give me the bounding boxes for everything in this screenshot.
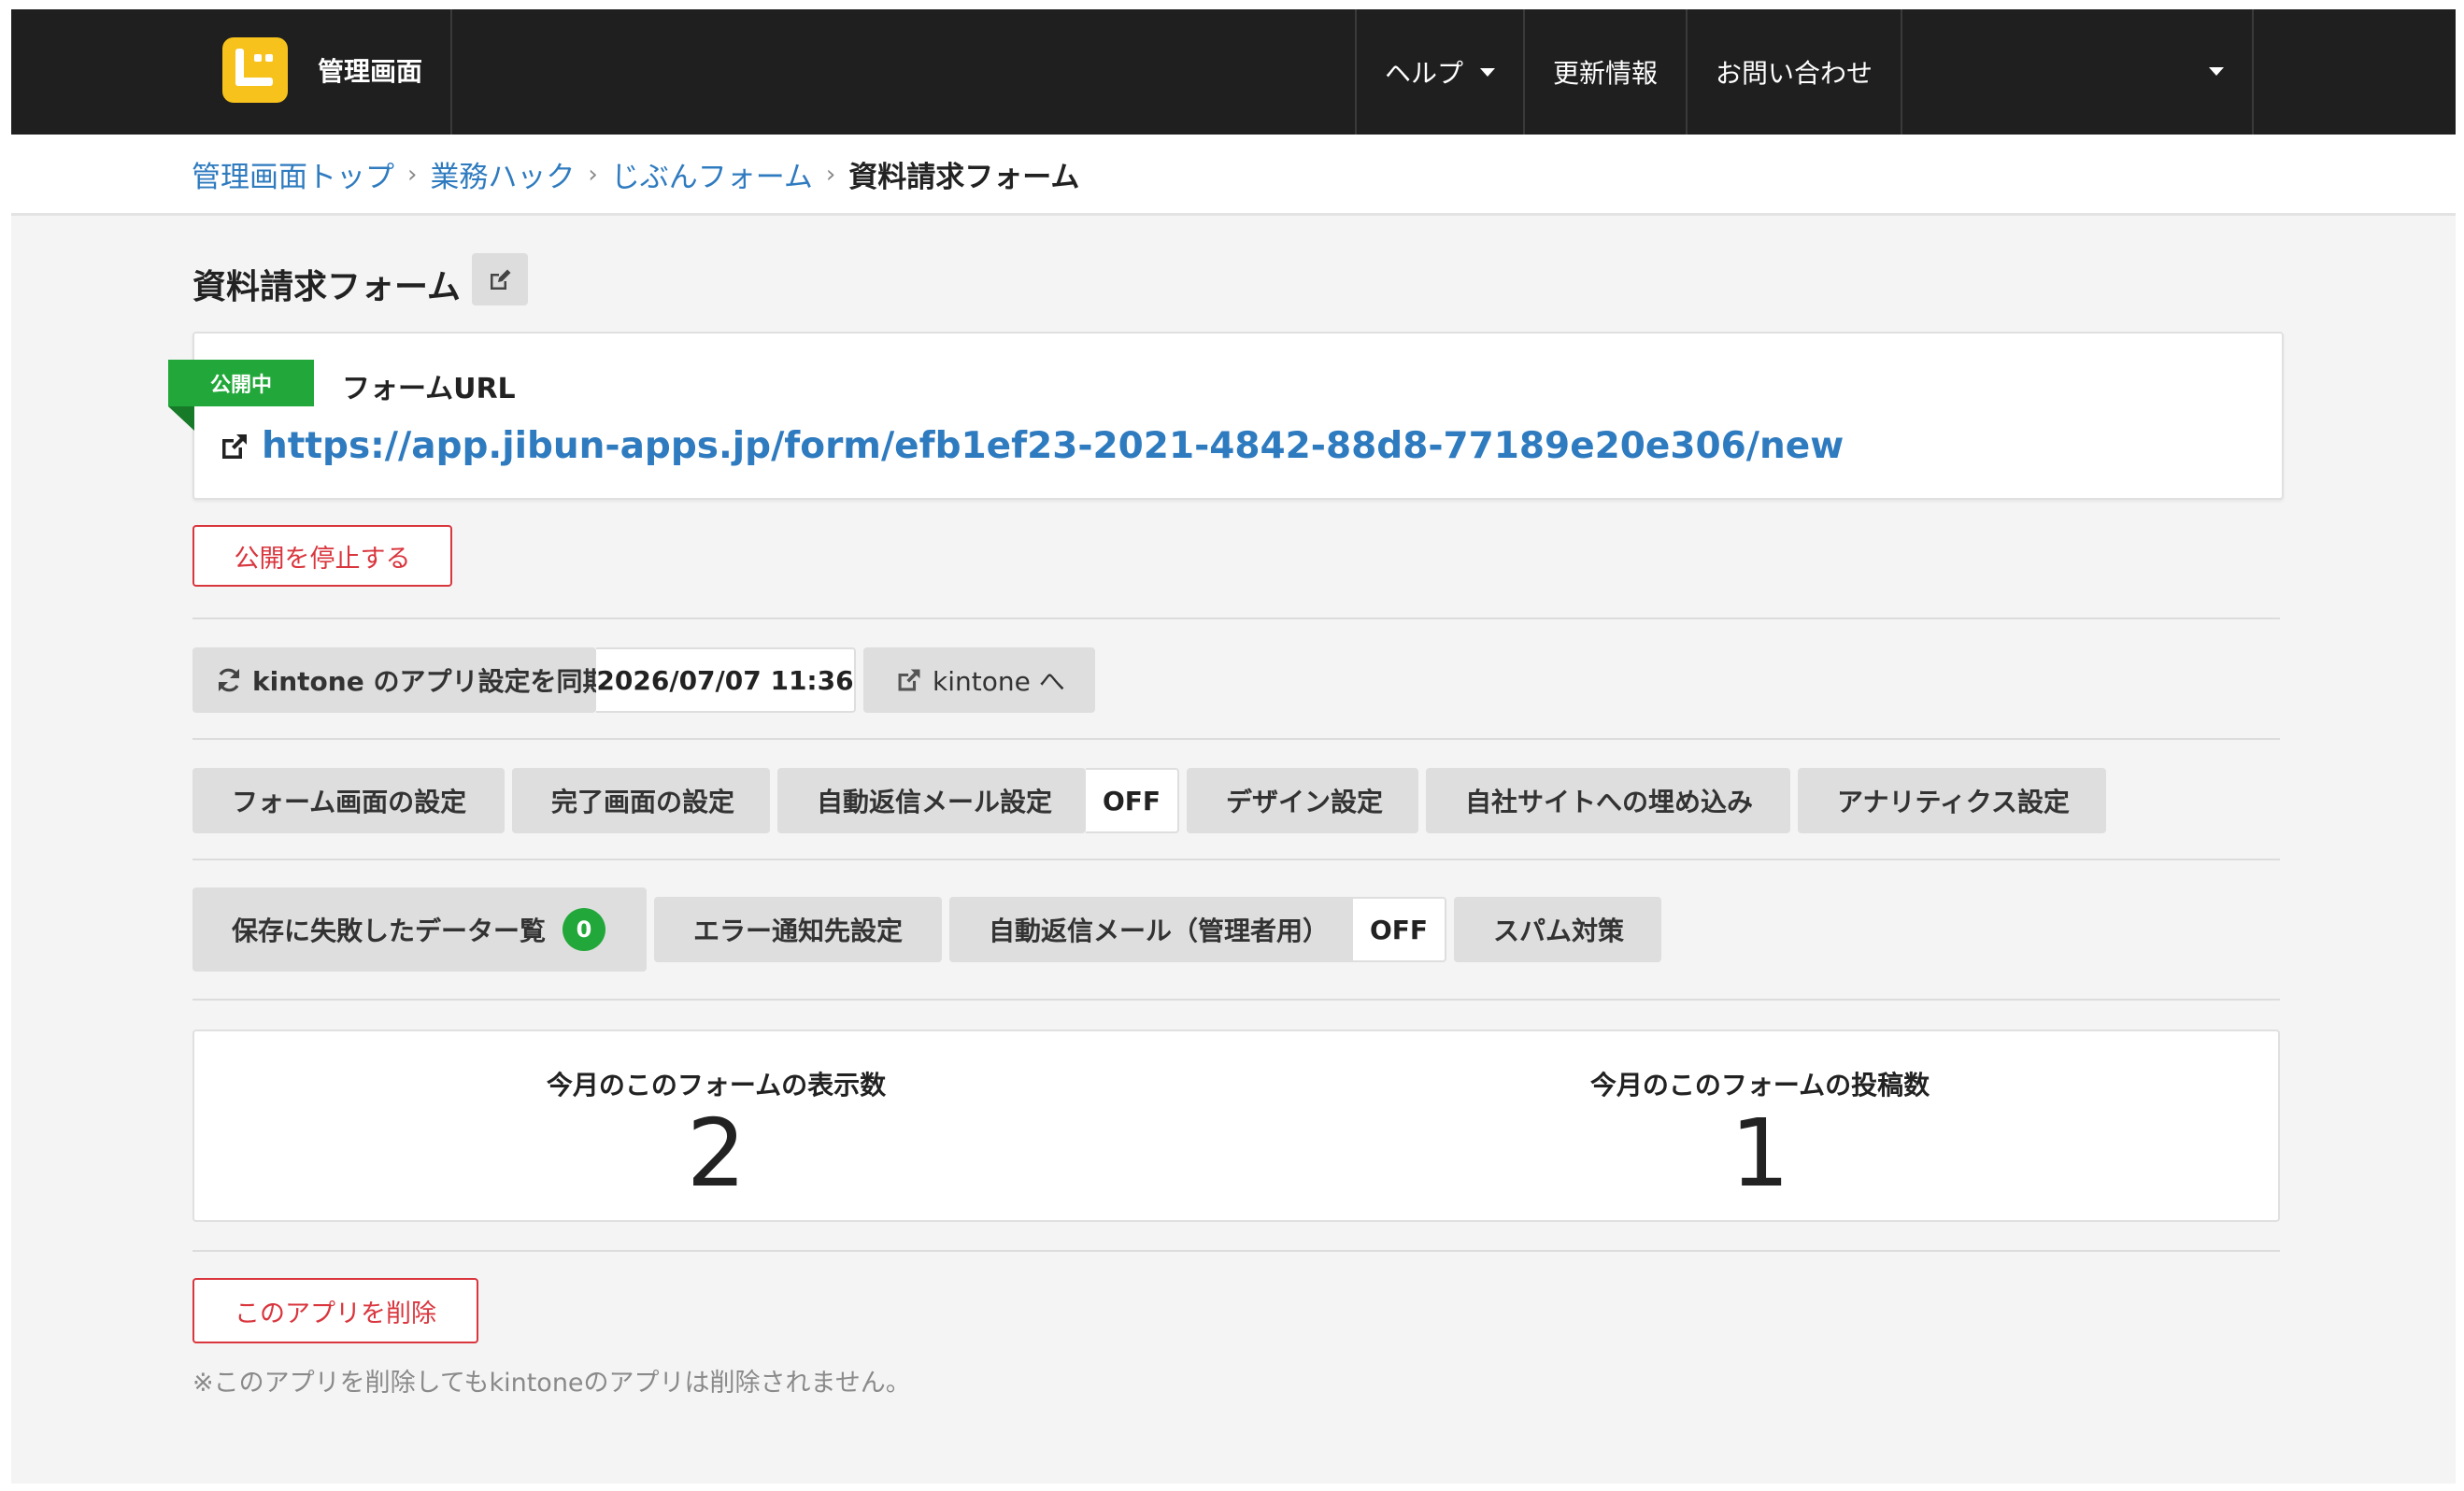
posts-label: 今月のこのフォームの投稿数: [1589, 1070, 1930, 1100]
complete-screen-settings-button[interactable]: 完了画面の設定: [512, 768, 770, 833]
failed-count-badge: 0: [563, 908, 606, 951]
chevron-right-icon: ›: [407, 160, 418, 189]
edit-title-button[interactable]: [472, 253, 528, 305]
nav-contact-label: お問い合わせ: [1716, 58, 1873, 89]
stop-publish-button[interactable]: 公開を停止する: [192, 525, 452, 587]
top-navbar: 管理画面 ヘルプ 更新情報 お問い合わせ: [11, 9, 2456, 135]
divider: [192, 999, 2280, 1001]
divider: [192, 738, 2280, 740]
breadcrumb-link-admin-top[interactable]: 管理画面トップ: [192, 153, 394, 195]
nav-help-dropdown[interactable]: ヘルプ: [1357, 9, 1526, 135]
breadcrumb-current: 資料請求フォーム: [848, 161, 1080, 194]
open-kintone-button[interactable]: kintone へ: [863, 647, 1095, 713]
chevron-right-icon: ›: [588, 160, 598, 189]
status-badge: 公開中: [168, 360, 314, 406]
breadcrumb: 管理画面トップ › 業務ハック › じぶんフォーム › 資料請求フォーム: [192, 153, 1079, 195]
brand-home-link[interactable]: 管理画面: [11, 9, 452, 135]
auto-reply-status: OFF: [1086, 768, 1179, 833]
embed-settings-button[interactable]: 自社サイトへの埋め込み: [1426, 768, 1790, 833]
sync-kintone-label: kintone のアプリ設定を同期: [252, 666, 609, 697]
error-notify-settings-button[interactable]: エラー通知先設定: [654, 897, 942, 962]
external-link-icon: [222, 433, 247, 459]
refresh-icon: [215, 666, 243, 694]
nav-updates-label: 更新情報: [1553, 58, 1659, 89]
nav-contact-link[interactable]: お問い合わせ: [1688, 9, 1903, 135]
form-screen-settings-button[interactable]: フォーム画面の設定: [192, 768, 505, 833]
auto-reply-admin-button[interactable]: 自動返信メール（管理者用）: [949, 897, 1357, 962]
form-url-card: 公開中 フォームURL https://app.jibun-apps.jp/fo…: [168, 332, 2284, 500]
page-title: 資料請求フォーム: [192, 268, 461, 306]
views-value: 2: [686, 1099, 747, 1208]
auto-reply-settings-button[interactable]: 自動返信メール設定: [777, 768, 1086, 833]
nav-updates-link[interactable]: 更新情報: [1525, 9, 1688, 135]
ribbon-fold: [168, 406, 194, 431]
auto-reply-admin-status: OFF: [1353, 897, 1446, 962]
views-stat: 今月のこのフォームの表示数 2: [194, 1031, 1238, 1224]
app-window: 管理画面 ヘルプ 更新情報 お問い合わせ 管理画面トップ › 業務ハック › じ…: [11, 9, 2456, 1484]
nav-help-label: ヘルプ: [1385, 58, 1464, 89]
divider: [192, 618, 2280, 619]
stats-card: 今月のこのフォームの表示数 2 今月のこのフォームの投稿数 1: [192, 1030, 2280, 1222]
analytics-settings-button[interactable]: アナリティクス設定: [1798, 768, 2106, 833]
chevron-right-icon: ›: [825, 160, 836, 189]
external-link-icon: [895, 666, 923, 694]
failed-data-list-label: 保存に失敗したデーター覧: [232, 916, 547, 946]
delete-note: ※このアプリを削除してもkintoneのアプリは削除されません。: [192, 1369, 911, 1398]
posts-value: 1: [1730, 1099, 1790, 1208]
edit-icon: [491, 269, 511, 290]
divider: [192, 1250, 2280, 1252]
user-menu-dropdown[interactable]: [1923, 9, 2254, 135]
sync-kintone-button[interactable]: kintone のアプリ設定を同期: [192, 647, 608, 713]
top-nav-menu: ヘルプ 更新情報 お問い合わせ: [1355, 9, 1903, 135]
open-kintone-label: kintone へ: [933, 666, 1065, 697]
chevron-down-icon: [2209, 67, 2224, 76]
form-url-link[interactable]: https://app.jibun-apps.jp/form/efb1ef23-…: [262, 425, 1844, 467]
form-url-row: https://app.jibun-apps.jp/form/efb1ef23-…: [219, 425, 1844, 467]
delete-app-button[interactable]: このアプリを削除: [192, 1278, 478, 1343]
breadcrumb-bar: 管理画面トップ › 業務ハック › じぶんフォーム › 資料請求フォーム: [11, 135, 2456, 216]
brand-label: 管理画面: [318, 56, 423, 87]
divider: [192, 859, 2280, 860]
posts-stat: 今月のこのフォームの投稿数 1: [1238, 1031, 2282, 1224]
app-logo-icon: [222, 37, 288, 103]
breadcrumb-link-gyomu-hack[interactable]: 業務ハック: [430, 153, 575, 195]
views-label: 今月のこのフォームの表示数: [546, 1070, 887, 1100]
breadcrumb-link-jibun-form[interactable]: じぶんフォーム: [611, 153, 813, 195]
last-synced-time: 2026/07/07 11:36: [596, 647, 856, 713]
failed-data-list-button[interactable]: 保存に失敗したデーター覧 0: [192, 888, 647, 972]
spam-settings-button[interactable]: スパム対策: [1454, 897, 1661, 962]
design-settings-button[interactable]: デザイン設定: [1187, 768, 1418, 833]
form-url-label: フォームURL: [342, 373, 516, 405]
chevron-down-icon: [1480, 67, 1496, 77]
